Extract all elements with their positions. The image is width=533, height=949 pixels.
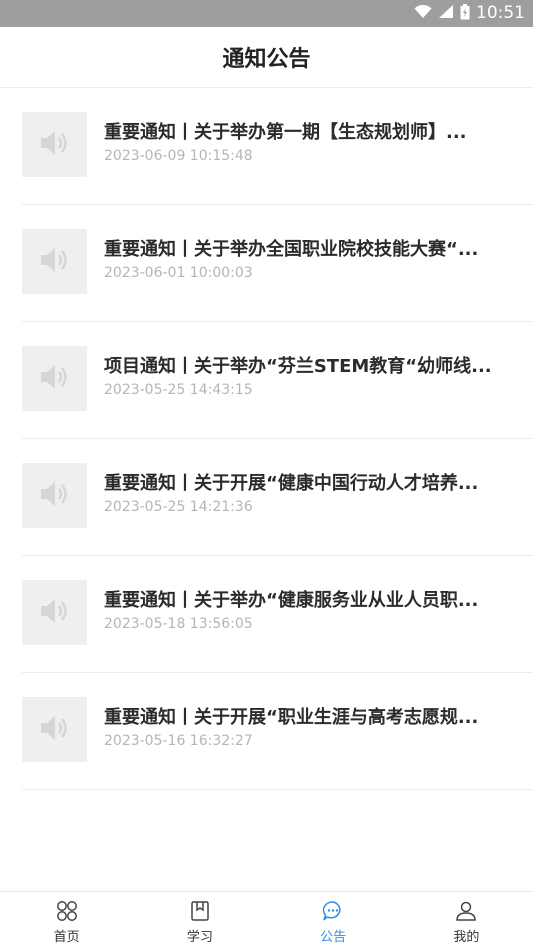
notice-item[interactable]: 重要通知丨关于举办“健康服务业从业人员职... 2023-05-18 13:56… <box>22 556 533 673</box>
notice-thumbnail <box>22 463 87 528</box>
notice-title[interactable]: 重要通知丨关于举办“健康服务业从业人员职... <box>104 586 509 612</box>
tab-home[interactable]: 首页 <box>0 892 133 949</box>
notice-title[interactable]: 项目通知丨关于举办“芬兰STEM教育“幼师线... <box>104 352 509 378</box>
status-bar: 10:51 <box>0 0 533 27</box>
tab-label: 首页 <box>53 930 80 945</box>
tab-notice[interactable]: 公告 <box>267 892 400 949</box>
speaker-icon <box>38 245 72 279</box>
notice-time: 2023-05-25 14:43:15 <box>104 382 253 398</box>
status-time: 10:51 <box>476 3 525 23</box>
book-icon <box>189 900 211 922</box>
notice-title[interactable]: 重要通知丨关于开展“健康中国行动人才培养... <box>104 469 509 495</box>
speaker-icon <box>38 713 72 747</box>
notice-item[interactable]: 重要通知丨关于开展“职业生涯与高考志愿规... 2023-05-16 16:32… <box>22 673 533 790</box>
notice-title[interactable]: 重要通知丨关于举办第一期【生态规划师】... <box>104 118 509 144</box>
notice-time: 2023-06-09 10:15:48 <box>104 148 253 164</box>
speaker-icon <box>38 479 72 513</box>
notice-thumbnail <box>22 346 87 411</box>
notice-item[interactable]: 重要通知丨关于举办全国职业院校技能大赛“... 2023-06-01 10:00… <box>22 205 533 322</box>
page-header: 通知公告 <box>0 27 533 88</box>
speaker-icon <box>38 362 72 396</box>
notice-time: 2023-06-01 10:00:03 <box>104 265 253 281</box>
notice-time: 2023-05-25 14:21:36 <box>104 499 253 515</box>
speaker-icon <box>38 596 72 630</box>
home-grid-icon <box>56 900 78 922</box>
user-icon <box>455 900 477 922</box>
notice-thumbnail <box>22 112 87 177</box>
tab-study[interactable]: 学习 <box>133 892 266 949</box>
status-icons: 10:51 <box>414 0 525 27</box>
bottom-tab-bar: 首页 学习 公告 我的 <box>0 891 533 949</box>
notice-item[interactable]: 项目通知丨关于举办“芬兰STEM教育“幼师线... 2023-05-25 14:… <box>22 322 533 439</box>
notice-time: 2023-05-18 13:56:05 <box>104 616 253 632</box>
tab-label: 公告 <box>320 930 347 945</box>
chat-bubble-icon <box>322 900 344 922</box>
speaker-icon <box>38 128 72 162</box>
notice-time: 2023-05-16 16:32:27 <box>104 733 253 749</box>
notice-list: 重要通知丨关于举办第一期【生态规划师】... 2023-06-09 10:15:… <box>0 88 533 790</box>
tab-profile[interactable]: 我的 <box>400 892 533 949</box>
notice-thumbnail <box>22 229 87 294</box>
notice-thumbnail <box>22 580 87 645</box>
notice-thumbnail <box>22 697 87 762</box>
wifi-icon <box>414 4 432 23</box>
notice-title[interactable]: 重要通知丨关于开展“职业生涯与高考志愿规... <box>104 703 509 729</box>
notice-title[interactable]: 重要通知丨关于举办全国职业院校技能大赛“... <box>104 235 509 261</box>
signal-icon <box>438 4 454 23</box>
tab-label: 我的 <box>453 930 480 945</box>
tab-label: 学习 <box>186 930 213 945</box>
notice-item[interactable]: 重要通知丨关于举办第一期【生态规划师】... 2023-06-09 10:15:… <box>22 88 533 205</box>
page-title: 通知公告 <box>222 47 311 72</box>
notice-item[interactable]: 重要通知丨关于开展“健康中国行动人才培养... 2023-05-25 14:21… <box>22 439 533 556</box>
battery-icon <box>460 3 470 24</box>
